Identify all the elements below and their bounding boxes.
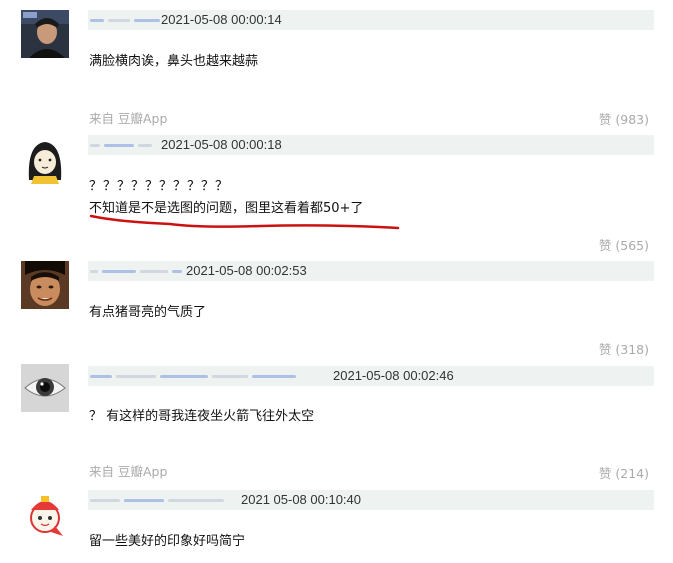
username[interactable] (90, 494, 224, 506)
avatar[interactable] (21, 364, 69, 412)
username[interactable] (90, 370, 296, 382)
comment-timestamp: 2021-05-08 00:02:53 (186, 263, 307, 278)
avatar[interactable] (21, 490, 69, 538)
comment-source: 来自 豆瓣App (89, 464, 168, 479)
comment-text: 留一些美好的印象好吗简宁 (89, 534, 246, 549)
like-button[interactable]: 赞 (983) (599, 109, 649, 128)
comment-text: 有点猪哥亮的气质了 (89, 305, 207, 320)
comment-timestamp: 2021-05-08 00:00:14 (161, 12, 282, 27)
username[interactable] (90, 265, 182, 277)
comment-source: 来自 豆瓣App (89, 111, 168, 126)
username[interactable] (90, 14, 160, 26)
comment-meta-bar: 2021-05-08 00:02:46 (88, 366, 654, 386)
comment-meta-bar: 2021-05-08 00:02:53 (88, 261, 654, 281)
comment-text: ？ 有这样的哥我连夜坐火箭飞往外太空 (89, 409, 315, 424)
avatar[interactable] (21, 10, 69, 58)
like-button[interactable]: 赞 (214) (599, 463, 649, 482)
comment-meta-bar: 2021-05-08 00:00:14 (88, 10, 654, 30)
comment-meta-bar: 2021 05-08 00:10:40 (88, 490, 654, 510)
comment-text: ？？？？？？？？？？ (89, 179, 230, 194)
avatar[interactable] (21, 261, 69, 309)
comment-text-line2: 不知道是不是选图的问题，图里这看着都50+了 (89, 201, 364, 216)
comment-timestamp: 2021 05-08 00:10:40 (241, 492, 361, 507)
like-button[interactable]: 赞 (565) (599, 235, 649, 254)
comment-meta-bar: 2021-05-08 00:00:18 (88, 135, 654, 155)
avatar[interactable] (21, 136, 69, 184)
comment-text: 满脸横肉诶，鼻头也越来越蒜 (89, 54, 259, 69)
username[interactable] (90, 139, 152, 151)
like-button[interactable]: 赞 (318) (599, 339, 649, 358)
comment-timestamp: 2021-05-08 00:02:46 (333, 368, 454, 383)
comment-timestamp: 2021-05-08 00:00:18 (161, 137, 282, 152)
